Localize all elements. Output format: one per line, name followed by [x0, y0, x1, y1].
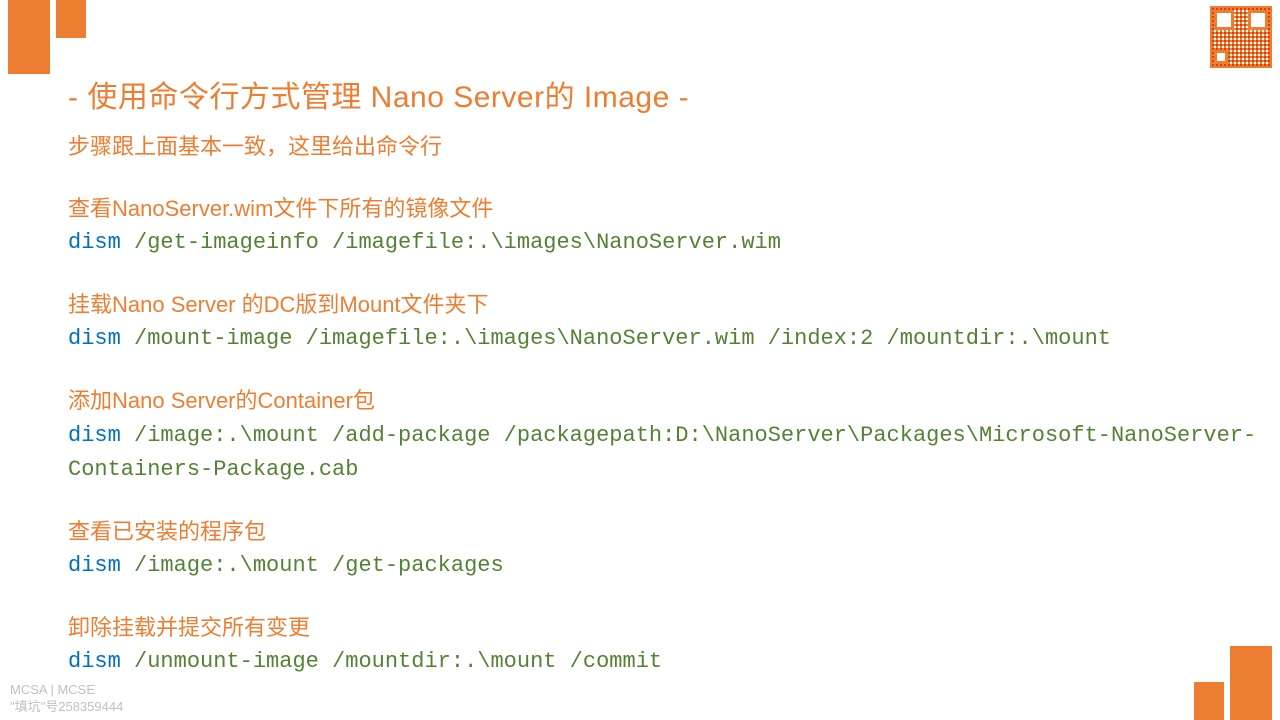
section-desc: 查看NanoServer.wim文件下所有的镜像文件: [68, 192, 1260, 226]
cmd-args: /image:.\mount /get-packages: [121, 553, 504, 578]
section-cmd: dism /mount-image /imagefile:.\images\Na…: [68, 322, 1260, 356]
cmd-name: dism: [68, 553, 121, 578]
qr-code: [1210, 6, 1272, 68]
decor-top-left-1: [8, 0, 50, 74]
section-desc: 挂载Nano Server 的DC版到Mount文件夹下: [68, 288, 1260, 322]
section-desc: 卸除挂载并提交所有变更: [68, 611, 1260, 645]
section-desc: 添加Nano Server的Container包: [68, 384, 1260, 418]
cmd-args: /image:.\mount /add-package /packagepath…: [68, 423, 1256, 482]
intro-text: 步骤跟上面基本一致，这里给出命令行: [68, 130, 1260, 164]
footer-line2: "填坑"号258359444: [10, 699, 123, 716]
section-cmd: dism /image:.\mount /get-packages: [68, 549, 1260, 583]
section-1: 挂载Nano Server 的DC版到Mount文件夹下 dism /mount…: [68, 288, 1260, 356]
section-cmd: dism /unmount-image /mountdir:.\mount /c…: [68, 645, 1260, 679]
section-0: 查看NanoServer.wim文件下所有的镜像文件 dism /get-ima…: [68, 192, 1260, 260]
cmd-args: /get-imageinfo /imagefile:.\images\NanoS…: [121, 230, 781, 255]
cmd-name: dism: [68, 230, 121, 255]
section-cmd: dism /get-imageinfo /imagefile:.\images\…: [68, 226, 1260, 260]
section-4: 卸除挂载并提交所有变更 dism /unmount-image /mountdi…: [68, 611, 1260, 679]
section-3: 查看已安装的程序包 dism /image:.\mount /get-packa…: [68, 515, 1260, 583]
cmd-args: /unmount-image /mountdir:.\mount /commit: [121, 649, 662, 674]
slide-title: - 使用命令行方式管理 Nano Server的 Image -: [68, 72, 689, 116]
cmd-name: dism: [68, 423, 121, 448]
section-cmd: dism /image:.\mount /add-package /packag…: [68, 419, 1260, 487]
cmd-name: dism: [68, 326, 121, 351]
section-desc: 查看已安装的程序包: [68, 515, 1260, 549]
decor-top-left-2: [56, 0, 86, 38]
footer: MCSA | MCSE "填坑"号258359444: [10, 682, 123, 716]
cmd-name: dism: [68, 649, 121, 674]
slide-content: 步骤跟上面基本一致，这里给出命令行 查看NanoServer.wim文件下所有的…: [68, 130, 1260, 707]
section-2: 添加Nano Server的Container包 dism /image:.\m…: [68, 384, 1260, 486]
cmd-args: /mount-image /imagefile:.\images\NanoSer…: [121, 326, 1111, 351]
footer-line1: MCSA | MCSE: [10, 682, 123, 699]
